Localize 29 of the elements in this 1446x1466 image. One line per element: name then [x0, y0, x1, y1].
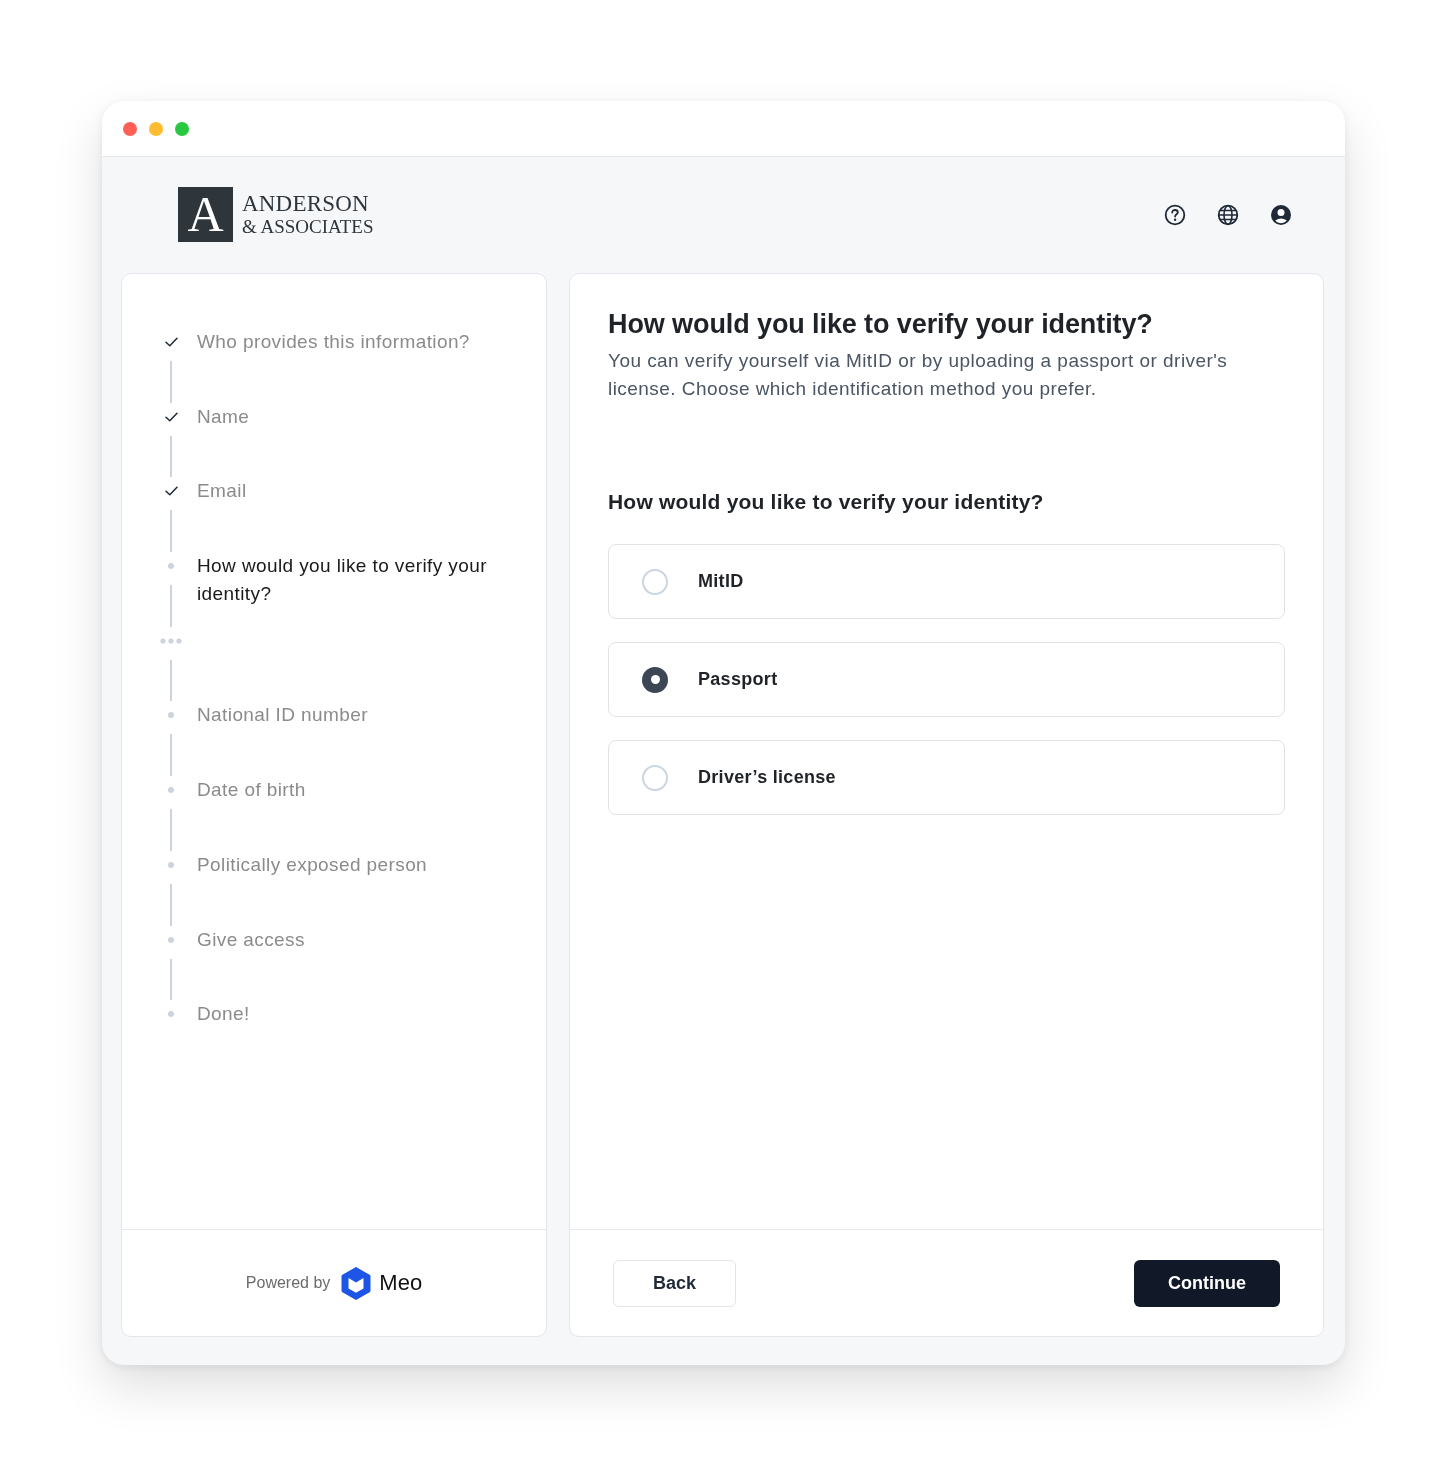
page-heading: How would you like to verify your identity?: [608, 308, 1154, 340]
account-icon[interactable]: [1270, 203, 1292, 226]
logo-name: ANDERSON: [242, 191, 370, 216]
globe-icon[interactable]: [1217, 203, 1239, 226]
window-control-dot-icon[interactable]: [123, 121, 137, 136]
hexagon-logo-icon: [341, 1266, 372, 1300]
step-label: Give access: [197, 927, 306, 952]
radio-option[interactable]: Driver’s license: [608, 740, 1285, 815]
step-label: Date of birth: [197, 778, 307, 803]
radio-option[interactable]: MitID: [608, 544, 1285, 619]
window-control-dot-icon[interactable]: [175, 121, 189, 136]
back-button[interactable]: Back: [613, 1259, 736, 1307]
step-label: National ID number: [197, 703, 369, 728]
powered-by-text: Powered by: [245, 1274, 331, 1292]
step-label: Name: [197, 404, 251, 429]
step-label: Email: [197, 479, 248, 504]
description-text: You can verify yourself via MitID or by uploading a passport or driver's license. Choose which identification method you prefer.: [608, 349, 1229, 401]
continue-button[interactable]: Continue: [1134, 1259, 1280, 1307]
window-control-dot-icon[interactable]: [149, 121, 163, 136]
question-label: How would you like to verify your identity?: [608, 489, 1045, 515]
brand-name: Meo: [379, 1270, 423, 1296]
logo-tagline: & ASSOCIATES: [242, 215, 374, 238]
radio-option[interactable]: Passport: [608, 642, 1285, 717]
help-icon[interactable]: [1164, 203, 1186, 226]
step-label: Done!: [197, 1002, 251, 1027]
step-label: How would you like to verify your identity?: [197, 554, 488, 607]
logo-mark: A: [178, 187, 233, 242]
step-label: Who provides this information?: [197, 330, 471, 354]
step-label: Politically exposed person: [197, 852, 429, 877]
